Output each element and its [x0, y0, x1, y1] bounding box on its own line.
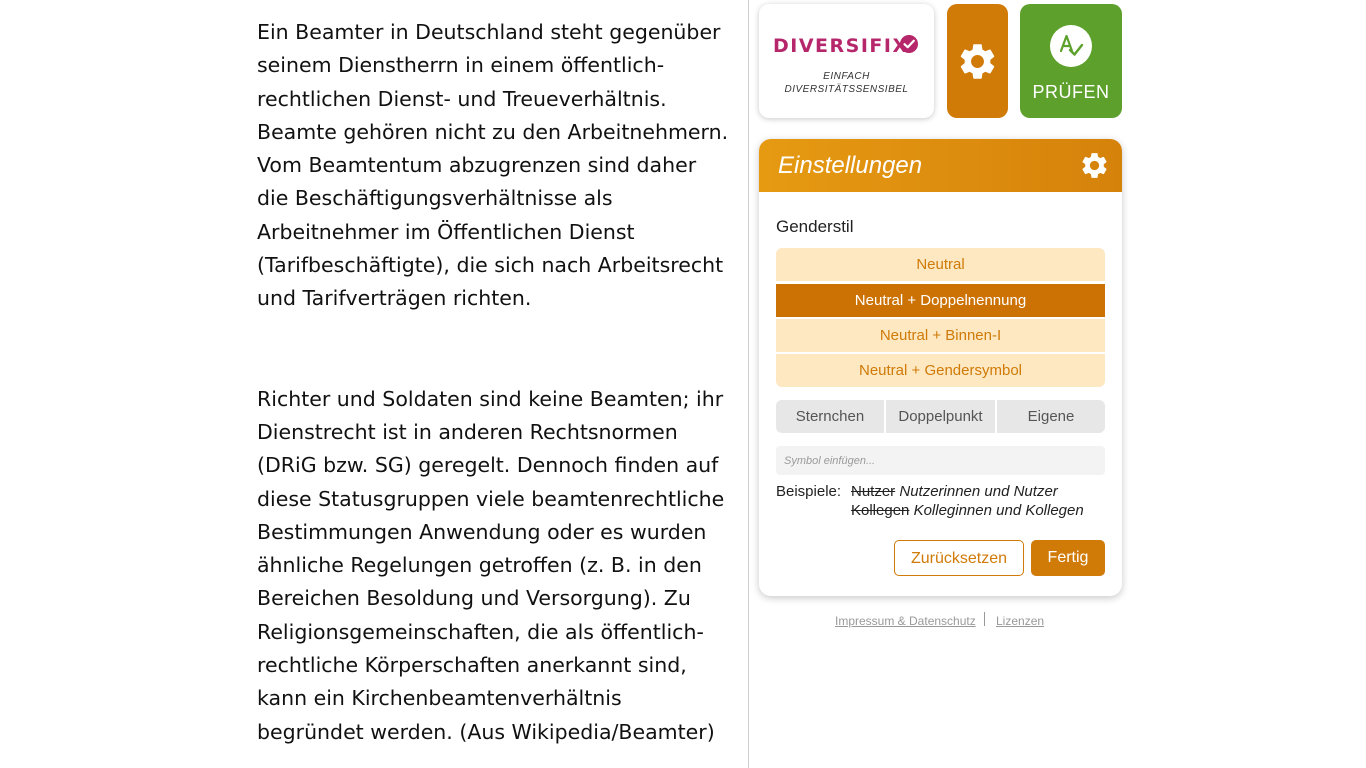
paragraph: Ein Beamter in Deutschland steht gegenüb…	[257, 20, 729, 311]
symbol-sternchen[interactable]: Sternchen	[776, 400, 884, 433]
diversifix-logo: DIVERSIFIX EINFACH DIVERSITÄTSSENSIBEL	[759, 4, 934, 118]
document-body: Ein Beamter in Deutschland steht gegenüb…	[257, 16, 732, 749]
done-button[interactable]: Fertig	[1031, 540, 1105, 576]
footer-imprint[interactable]: Impressum & Datenschutz	[835, 614, 976, 628]
reset-button[interactable]: Zurücksetzen	[894, 540, 1024, 576]
option-neutral[interactable]: Neutral	[776, 248, 1105, 281]
example-replacement: Kolleginnen und Kollegen	[913, 502, 1084, 519]
settings-button[interactable]	[947, 4, 1008, 118]
imprint-link[interactable]: Impressum & Datenschutz	[835, 614, 976, 628]
settings-panel: Einstellungen Genderstil Neutral Neutral…	[759, 139, 1122, 596]
option-neutral-binnen-i[interactable]: Neutral + Binnen-I	[776, 319, 1105, 352]
footer-licenses[interactable]: Lizenzen	[996, 614, 1044, 628]
option-neutral-gendersymbol[interactable]: Neutral + Gendersymbol	[776, 354, 1105, 387]
example-replacement: Nutzerinnen und Nutzer	[899, 483, 1058, 500]
example-row: Kollegen Kolleginnen und Kollegen	[851, 502, 1084, 519]
check-badge-icon	[900, 35, 918, 53]
settings-header: Einstellungen	[759, 139, 1122, 192]
symbol-input[interactable]	[776, 446, 1105, 475]
logo-wordmark: DIVERSIFIX	[773, 35, 909, 57]
logo-tagline: EINFACH	[823, 71, 870, 82]
check-button[interactable]: PRÜFEN	[1020, 4, 1122, 118]
gear-icon[interactable]	[1079, 150, 1110, 181]
paragraph: Richter und Soldaten sind keine Beamten;…	[257, 386, 725, 744]
spellcheck-icon	[1050, 25, 1092, 67]
option-neutral-doppelnennung[interactable]: Neutral + Doppelnennung	[776, 284, 1105, 317]
examples-label: Beispiele:	[776, 483, 842, 500]
gender-style-label: Genderstil	[776, 217, 854, 236]
gear-icon	[960, 44, 995, 79]
example-row: Nutzer Nutzerinnen und Nutzer	[851, 483, 1058, 500]
example-original: Nutzer	[851, 483, 896, 500]
licenses-link[interactable]: Lizenzen	[996, 614, 1044, 628]
divider	[748, 0, 749, 768]
symbol-eigene[interactable]: Eigene	[997, 400, 1105, 433]
symbol-doppelpunkt[interactable]: Doppelpunkt	[886, 400, 995, 433]
settings-title: Einstellungen	[778, 152, 923, 179]
check-button-label: PRÜFEN	[1032, 82, 1110, 102]
example-original: Kollegen	[851, 502, 910, 519]
logo-tagline: DIVERSITÄTSSENSIBEL	[784, 84, 909, 95]
footer-separator	[984, 612, 985, 626]
